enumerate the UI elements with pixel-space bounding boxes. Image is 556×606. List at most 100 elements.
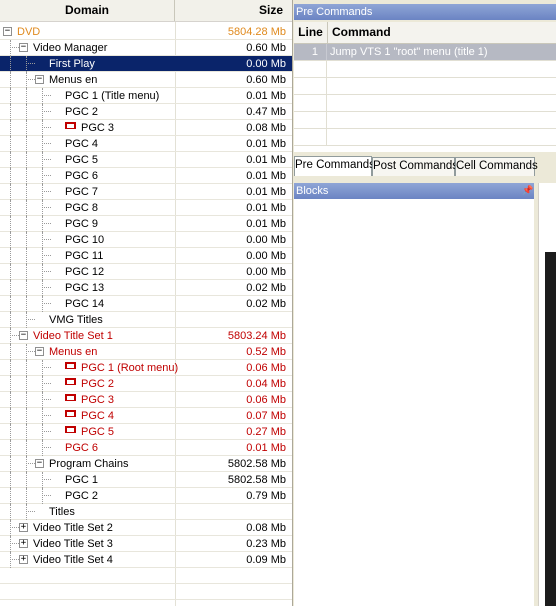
tree-row[interactable]: − Video Title Set 1 5803.24 Mb — [0, 328, 292, 344]
tree-row[interactable]: − Video Manager 0.60 Mb — [0, 40, 292, 56]
tree-row[interactable]: PGC 8 0.01 Mb — [0, 200, 292, 216]
command-row[interactable]: 1 Jump VTS 1 "root" menu (title 1) — [294, 44, 556, 61]
tree-row-size: 5802.58 Mb — [227, 458, 286, 470]
tree-row-size: 0.23 Mb — [246, 538, 286, 550]
tree-row[interactable]: − DVD 5804.28 Mb — [0, 24, 292, 40]
tree-row-empty — [0, 568, 292, 584]
tree-row-label: Video Title Set 4 — [33, 554, 113, 566]
tree-row[interactable]: − Menus en 0.60 Mb — [0, 72, 292, 88]
tree-row-label: PGC 14 — [65, 298, 105, 310]
tree-row[interactable]: PGC 6 0.01 Mb — [0, 168, 292, 184]
tree-row-label: PGC 5 — [81, 426, 115, 438]
tree-row[interactable]: PGC 5 0.01 Mb — [0, 152, 292, 168]
tree-row[interactable]: PGC 4 0.01 Mb — [0, 136, 292, 152]
tree-connector — [10, 360, 11, 376]
tree-row[interactable]: PGC 3 0.08 Mb — [0, 120, 292, 136]
tree-row[interactable]: PGC 3 0.06 Mb — [0, 392, 292, 408]
tree-connector — [42, 207, 51, 208]
tree-connector — [26, 168, 27, 184]
column-header-domain[interactable]: Domain — [0, 0, 175, 21]
tree-row[interactable]: Titles — [0, 504, 292, 520]
tree-row-size: 0.60 Mb — [246, 74, 286, 86]
tree-row[interactable]: PGC 7 0.01 Mb — [0, 184, 292, 200]
collapse-icon[interactable]: − — [35, 75, 44, 84]
tree-row-label: PGC 9 — [65, 218, 99, 230]
tree-row[interactable]: + Video Title Set 2 0.08 Mb — [0, 520, 292, 536]
pre-commands-title: Pre Commands — [294, 4, 556, 20]
tree-row-label: Video Title Set 2 — [33, 522, 113, 534]
tree-row-size: 0.01 Mb — [246, 90, 286, 102]
tree-row[interactable]: PGC 2 0.79 Mb — [0, 488, 292, 504]
expand-icon[interactable]: + — [19, 523, 28, 532]
collapse-icon[interactable]: − — [35, 459, 44, 468]
tree-row-empty — [0, 584, 292, 600]
tree-row-size: 0.27 Mb — [246, 426, 286, 438]
collapse-icon[interactable]: − — [19, 331, 28, 340]
tree-row[interactable]: PGC 2 0.04 Mb — [0, 376, 292, 392]
tree-row-size: 0.08 Mb — [246, 522, 286, 534]
tree-connector — [10, 104, 11, 120]
collapse-icon[interactable]: − — [3, 27, 12, 36]
command-row-empty — [294, 61, 556, 78]
tree-row[interactable]: − Program Chains 5802.58 Mb — [0, 456, 292, 472]
command-line-number — [294, 61, 327, 77]
tree-row-size: 0.01 Mb — [246, 138, 286, 150]
tree-row[interactable]: + Video Title Set 4 0.09 Mb — [0, 552, 292, 568]
tree-connector — [10, 504, 11, 520]
tree-connector — [26, 424, 27, 440]
command-line-number — [294, 78, 327, 94]
menu-pgc-icon — [65, 410, 76, 417]
tree-row[interactable]: − Menus en 0.52 Mb — [0, 344, 292, 360]
tree-row[interactable]: First Play 0.00 Mb — [0, 56, 292, 72]
command-line-number: 1 — [294, 44, 327, 60]
tree-row[interactable]: + Video Title Set 3 0.23 Mb — [0, 536, 292, 552]
tree-connector — [10, 408, 11, 424]
tree-row-label: PGC 2 — [65, 106, 99, 118]
tree-row[interactable]: PGC 12 0.00 Mb — [0, 264, 292, 280]
tree-row[interactable]: PGC 1 (Title menu) 0.01 Mb — [0, 88, 292, 104]
tree-row-size: 0.02 Mb — [246, 298, 286, 310]
tab-cell-commands[interactable]: Cell Commands — [455, 157, 538, 176]
tree-connector — [42, 255, 51, 256]
tree-row[interactable]: PGC 10 0.00 Mb — [0, 232, 292, 248]
tree-row[interactable]: PGC 4 0.07 Mb — [0, 408, 292, 424]
tree-row-label: PGC 1 — [65, 474, 99, 486]
menu-pgc-icon — [65, 426, 76, 433]
tree-connector — [10, 200, 11, 216]
tree-row[interactable]: PGC 11 0.00 Mb — [0, 248, 292, 264]
tree-row-label: Menus en — [49, 74, 98, 86]
tree-row[interactable]: PGC 9 0.01 Mb — [0, 216, 292, 232]
column-header-line[interactable]: Line — [294, 22, 328, 43]
expand-icon[interactable]: + — [19, 539, 28, 548]
collapse-icon[interactable]: − — [35, 347, 44, 356]
tab-post-commands[interactable]: Post Commands — [372, 157, 458, 176]
tree-row[interactable]: PGC 6 0.01 Mb — [0, 440, 292, 456]
tree-connector — [10, 264, 11, 280]
tree-connector — [42, 168, 43, 184]
tree-row[interactable]: PGC 1 5802.58 Mb — [0, 472, 292, 488]
tree-row-label: PGC 4 — [65, 138, 99, 150]
tree-row[interactable]: PGC 14 0.02 Mb — [0, 296, 292, 312]
tree-connector — [10, 248, 11, 264]
tree-connector — [42, 415, 51, 416]
tree-connector — [26, 104, 27, 120]
expand-icon[interactable]: + — [19, 555, 28, 564]
tree-row[interactable]: PGC 5 0.27 Mb — [0, 424, 292, 440]
collapse-icon[interactable]: − — [19, 43, 28, 52]
domain-tree-panel: Domain Size − DVD 5804.28 Mb − Video Manager… — [0, 0, 293, 606]
tree-row-label: PGC 13 — [65, 282, 105, 294]
tree-row[interactable]: PGC 13 0.02 Mb — [0, 280, 292, 296]
tree-row[interactable]: PGC 2 0.47 Mb — [0, 104, 292, 120]
tree-connector — [42, 488, 43, 504]
pin-icon[interactable]: 📌 — [522, 185, 533, 196]
column-header-command[interactable]: Command — [332, 22, 391, 43]
tree-row-size: 0.00 Mb — [246, 266, 286, 278]
column-header-size[interactable]: Size — [176, 0, 291, 21]
tree-row[interactable]: VMG Titles — [0, 312, 292, 328]
tree-connector — [42, 392, 43, 408]
tree-row-size: 0.60 Mb — [246, 42, 286, 54]
blocks-panel[interactable] — [294, 199, 534, 606]
tab-pre-commands[interactable]: Pre Commands — [294, 156, 375, 176]
tree-row[interactable]: PGC 1 (Root menu) 0.06 Mb — [0, 360, 292, 376]
tree-connector — [26, 456, 27, 472]
